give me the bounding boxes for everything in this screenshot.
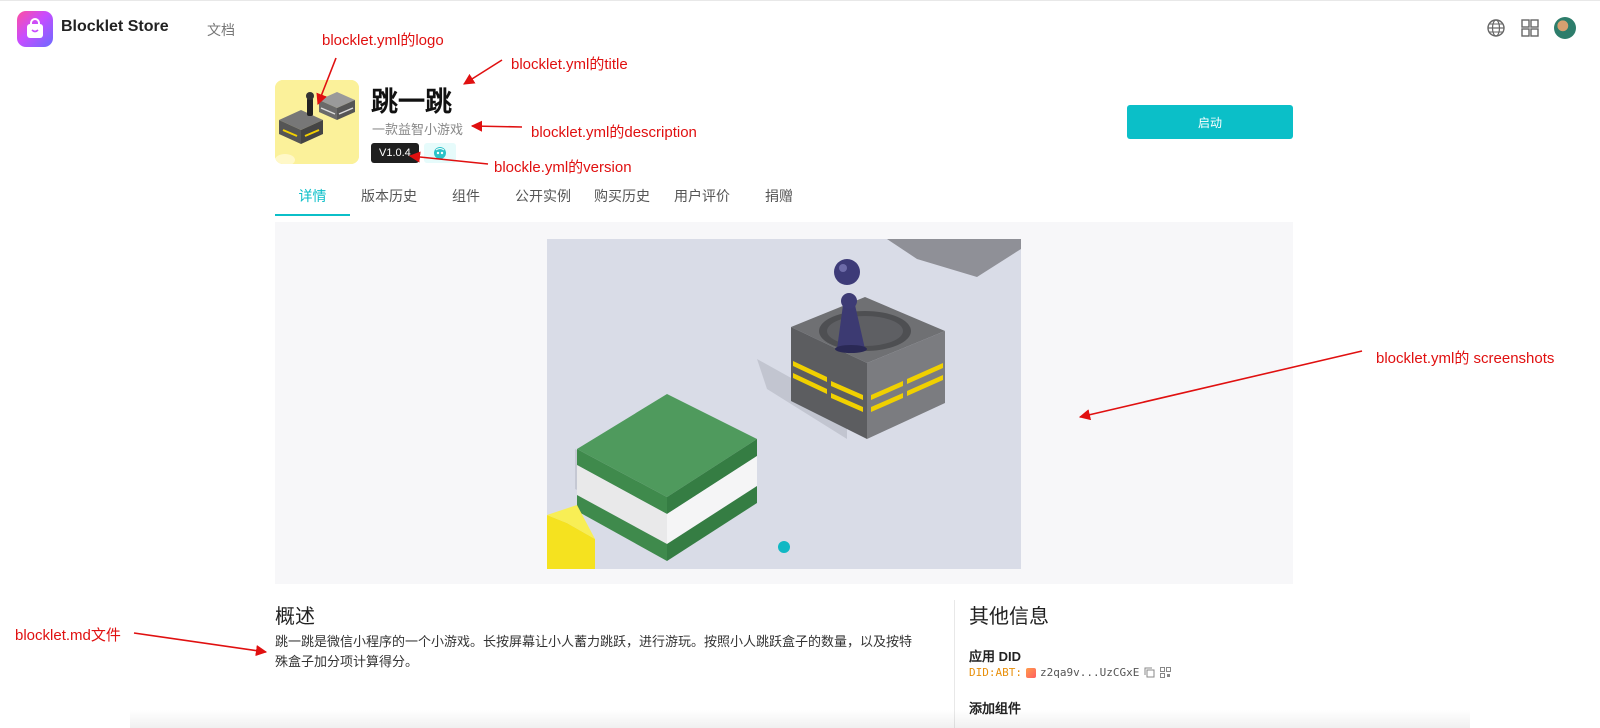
top-navigation-bar: Blocklet Store 文档: [0, 0, 1600, 58]
user-avatar[interactable]: [1554, 17, 1576, 39]
app-did-row: DID:ABT: z2qa9v...UzCGxE: [969, 666, 1171, 679]
other-info-title: 其他信息: [969, 606, 1049, 628]
header-actions: [1486, 17, 1576, 39]
overview-title: 概述: [275, 606, 315, 628]
annotation-screenshots: blocklet.yml的 screenshots: [1376, 350, 1555, 367]
app-description: 一款益智小游戏: [372, 122, 464, 137]
tab-user-reviews[interactable]: 用户评价: [662, 178, 742, 216]
copy-icon[interactable]: [1143, 667, 1155, 679]
version-badge: V1.0.4: [371, 143, 419, 163]
tab-purchase-history[interactable]: 购买历史: [582, 178, 662, 216]
annotation-version: blockle.yml的version: [494, 159, 632, 176]
qrcode-icon[interactable]: [1159, 667, 1171, 679]
globe-icon[interactable]: [1486, 18, 1506, 38]
author-avatar-icon[interactable]: [424, 143, 456, 163]
tab-version-history[interactable]: 版本历史: [350, 178, 428, 216]
app-did-label: 应用 DID: [969, 649, 1022, 664]
annotation-description: blocklet.yml的description: [531, 124, 697, 141]
screenshot-carousel: [275, 222, 1293, 584]
tab-donate[interactable]: 捐赠: [742, 178, 816, 216]
apps-grid-icon[interactable]: [1520, 18, 1540, 38]
tab-details[interactable]: 详情: [275, 178, 350, 216]
carousel-indicator-dot[interactable]: [778, 541, 790, 553]
did-prefix: DID:ABT:: [969, 666, 1022, 679]
did-value: z2qa9v...UzCGxE: [1039, 666, 1140, 679]
section-divider: [954, 600, 955, 728]
bottom-scroll-shadow: [130, 710, 1470, 728]
game-screenshot[interactable]: [547, 239, 1021, 569]
detail-tabs: 详情 版本历史 组件 公开实例 购买历史 用户评价 捐赠: [275, 178, 816, 216]
app-title: 跳一跳: [371, 87, 452, 117]
annotation-logo: blocklet.yml的logo: [322, 32, 444, 49]
annotation-md-file: blocklet.md文件: [15, 627, 121, 644]
tab-components[interactable]: 组件: [428, 178, 504, 216]
overview-text: 跳一跳是微信小程序的一个小游戏。长按屏幕让小人蓄力跳跃，进行游玩。按照小人跳跃盒…: [275, 634, 913, 669]
brand-name[interactable]: Blocklet Store: [61, 18, 169, 36]
launch-button[interactable]: 启动: [1127, 105, 1293, 139]
blocklet-store-logo[interactable]: [17, 11, 53, 47]
annotation-title: blocklet.yml的title: [511, 56, 628, 73]
did-avatar-icon: [1025, 667, 1036, 678]
tab-public-instances[interactable]: 公开实例: [504, 178, 582, 216]
app-logo: [275, 80, 359, 164]
nav-docs-link[interactable]: 文档: [207, 20, 235, 40]
